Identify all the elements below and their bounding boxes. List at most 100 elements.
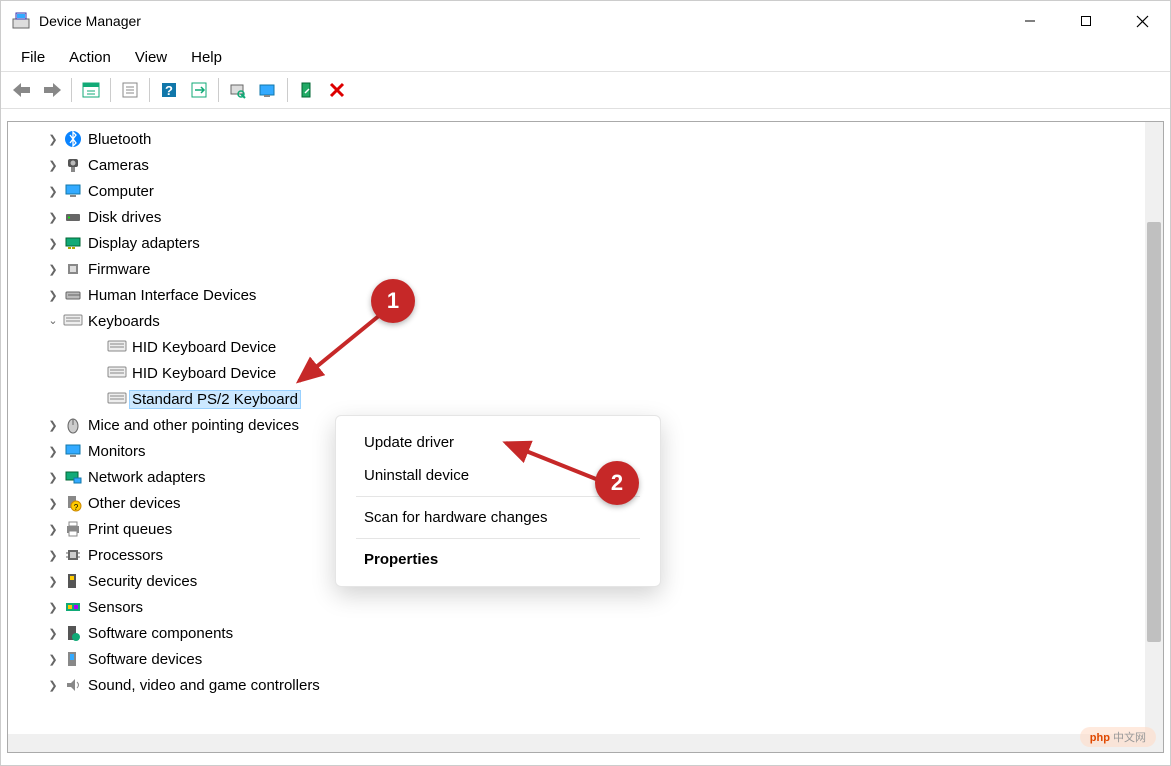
maximize-button[interactable] — [1058, 1, 1114, 41]
tree-item-bluetooth[interactable]: ❯ Bluetooth — [8, 126, 1163, 152]
tree-item-keyboards[interactable]: ⌄ Keyboards — [8, 308, 1163, 334]
menu-file[interactable]: File — [9, 47, 57, 68]
tree-label: Bluetooth — [88, 131, 151, 148]
tree-label: Network adapters — [88, 469, 206, 486]
expand-icon[interactable]: ❯ — [44, 601, 62, 614]
sensor-icon — [62, 598, 84, 616]
bluetooth-icon — [62, 130, 84, 148]
tree-label: Monitors — [88, 443, 146, 460]
menu-action[interactable]: Action — [57, 47, 123, 68]
help-button[interactable]: ? — [155, 76, 183, 104]
tree-label: Sensors — [88, 599, 143, 616]
tree-label: Security devices — [88, 573, 197, 590]
callout-number: 1 — [387, 288, 399, 314]
security-icon — [62, 572, 84, 590]
uninstall-device-toolbar-button[interactable] — [323, 76, 351, 104]
expand-icon[interactable]: ❯ — [44, 263, 62, 276]
tree-item-hid-keyboard-2[interactable]: HID Keyboard Device — [8, 360, 1163, 386]
processor-icon — [62, 546, 84, 564]
expand-icon[interactable]: ❯ — [44, 627, 62, 640]
tree-label: Human Interface Devices — [88, 287, 256, 304]
tree-item-hid-keyboard-1[interactable]: HID Keyboard Device — [8, 334, 1163, 360]
tree-item-hid[interactable]: ❯ Human Interface Devices — [8, 282, 1163, 308]
tree-label: Disk drives — [88, 209, 161, 226]
context-separator — [356, 538, 640, 539]
titlebar: Device Manager — [1, 1, 1170, 41]
enable-device-button[interactable] — [293, 76, 321, 104]
tree-item-standard-ps2-keyboard[interactable]: Standard PS/2 Keyboard — [8, 386, 1163, 412]
network-icon — [62, 468, 84, 486]
display-adapter-icon — [62, 234, 84, 252]
tree-item-cameras[interactable]: ❯ Cameras — [8, 152, 1163, 178]
tree-label: Keyboards — [88, 313, 160, 330]
tree-label: Firmware — [88, 261, 151, 278]
expand-icon[interactable]: ❯ — [44, 237, 62, 250]
menubar: File Action View Help — [1, 41, 1170, 71]
tree-label: Other devices — [88, 495, 181, 512]
forward-button[interactable] — [38, 76, 66, 104]
expand-icon[interactable]: ❯ — [44, 211, 62, 224]
tree-label: Standard PS/2 Keyboard — [129, 390, 301, 409]
callout-badge-1: 1 — [371, 279, 415, 323]
printer-icon — [62, 520, 84, 538]
properties-button[interactable] — [116, 76, 144, 104]
back-button[interactable] — [8, 76, 36, 104]
close-button[interactable] — [1114, 1, 1170, 41]
tree-label: Mice and other pointing devices — [88, 417, 299, 434]
software-devices-icon — [62, 650, 84, 668]
keyboard-icon — [106, 366, 128, 380]
tree-item-disk-drives[interactable]: ❯ Disk drives — [8, 204, 1163, 230]
expand-icon[interactable]: ❯ — [44, 653, 62, 666]
action-button[interactable] — [185, 76, 213, 104]
expand-icon[interactable]: ❯ — [44, 419, 62, 432]
horizontal-scrollbar[interactable] — [8, 734, 1145, 752]
menu-view[interactable]: View — [123, 47, 179, 68]
device-manager-icon — [11, 11, 31, 31]
other-devices-icon: ? — [62, 494, 84, 512]
keyboard-icon — [62, 314, 84, 328]
scrollbar-thumb[interactable] — [1147, 222, 1161, 642]
expand-icon[interactable]: ❯ — [44, 575, 62, 588]
tree-item-firmware[interactable]: ❯ Firmware — [8, 256, 1163, 282]
tree-item-software-components[interactable]: ❯ Software components — [8, 620, 1163, 646]
context-properties[interactable]: Properties — [336, 543, 660, 576]
minimize-button[interactable] — [1002, 1, 1058, 41]
expand-icon[interactable]: ❯ — [44, 445, 62, 458]
monitor-icon — [62, 442, 84, 460]
menu-help[interactable]: Help — [179, 47, 234, 68]
expand-icon[interactable]: ❯ — [44, 133, 62, 146]
context-scan-hardware[interactable]: Scan for hardware changes — [336, 501, 660, 534]
collapse-icon[interactable]: ⌄ — [44, 314, 62, 327]
tree-label: Sound, video and game controllers — [88, 677, 320, 694]
context-update-driver[interactable]: Update driver — [336, 426, 660, 459]
show-hide-tree-button[interactable] — [77, 76, 105, 104]
expand-icon[interactable]: ❯ — [44, 185, 62, 198]
expand-icon[interactable]: ❯ — [44, 159, 62, 172]
expand-icon[interactable]: ❯ — [44, 523, 62, 536]
tree-item-display-adapters[interactable]: ❯ Display adapters — [8, 230, 1163, 256]
tree-label: Software components — [88, 625, 233, 642]
tree-label: Software devices — [88, 651, 202, 668]
tree-item-sensors[interactable]: ❯ Sensors — [8, 594, 1163, 620]
tree-label: Cameras — [88, 157, 149, 174]
window-title: Device Manager — [39, 13, 141, 29]
expand-icon[interactable]: ❯ — [44, 471, 62, 484]
expand-icon[interactable]: ❯ — [44, 549, 62, 562]
disk-icon — [62, 208, 84, 226]
watermark: php 中文网 — [1080, 727, 1156, 747]
keyboard-icon — [106, 392, 128, 406]
update-driver-toolbar-button[interactable] — [254, 76, 282, 104]
tree-item-sound[interactable]: ❯ Sound, video and game controllers — [8, 672, 1163, 698]
expand-icon[interactable]: ❯ — [44, 289, 62, 302]
tree-item-software-devices[interactable]: ❯ Software devices — [8, 646, 1163, 672]
tree-item-computer[interactable]: ❯ Computer — [8, 178, 1163, 204]
scan-hardware-button[interactable] — [224, 76, 252, 104]
expand-icon[interactable]: ❯ — [44, 679, 62, 692]
tree-label: Computer — [88, 183, 154, 200]
tree-label: Processors — [88, 547, 163, 564]
tree-label: HID Keyboard Device — [132, 339, 276, 356]
expand-icon[interactable]: ❯ — [44, 497, 62, 510]
firmware-icon — [62, 260, 84, 278]
callout-badge-2: 2 — [595, 461, 639, 505]
vertical-scrollbar[interactable] — [1145, 122, 1163, 752]
